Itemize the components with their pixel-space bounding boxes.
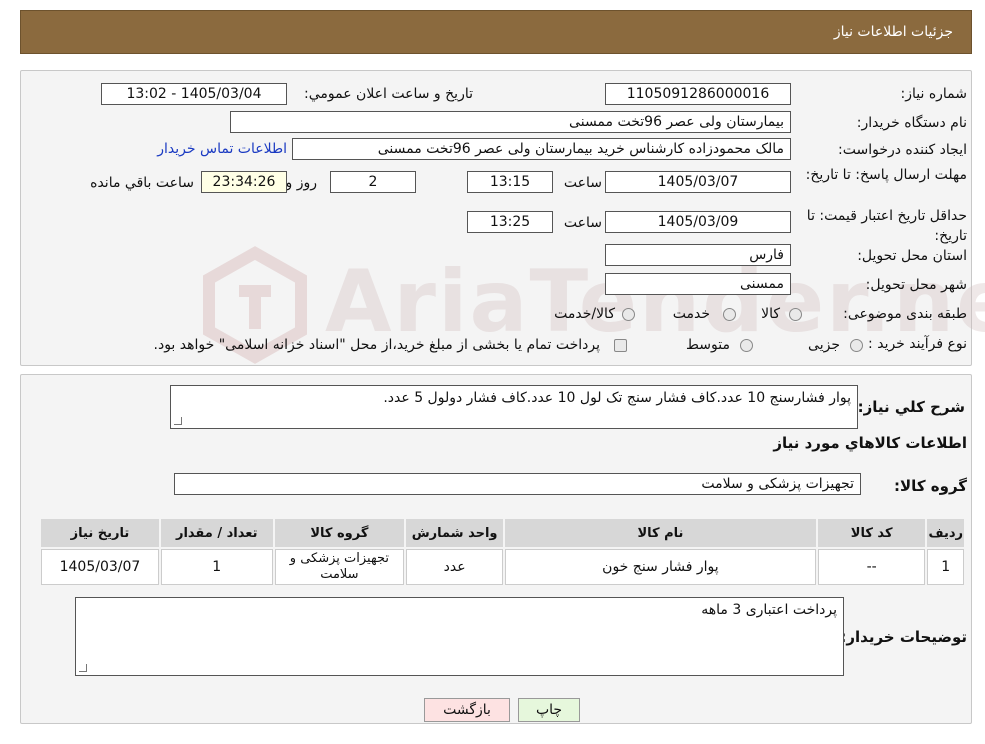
process-note: پرداخت تمام یا بخشی از مبلغ خرید،از محل … [153,337,600,353]
cell-goods-code: -- [817,549,926,585]
reply-deadline-label: مهلت ارسال پاسخ: تا تاریخ: [805,167,967,183]
remaining-label: ساعت باقي مانده [90,175,194,191]
buyer-org-field: بیمارستان ولی عصر 96تخت ممسنی [230,111,791,133]
col-need-date: تاریخ نیاز [41,519,159,547]
cell-quantity: 1 [160,549,273,585]
table-row: 1 -- پوار فشار سنج خون عدد تجهیزات پزشکی… [41,549,964,585]
announce-field: 1405/03/04 - 13:02 [101,83,287,105]
resize-handle-icon[interactable] [174,417,182,425]
category-radio-goods-service[interactable] [622,308,635,321]
col-quantity: تعداد / مقدار [160,519,273,547]
buyer-notes-label: توضیحات خریدار: [840,628,967,646]
process-label: نوع فرآیند خرید : [868,336,967,352]
page-title: جزئیات اطلاعات نیاز [833,24,953,40]
contact-info-link[interactable]: اطلاعات تماس خریدار [157,141,287,157]
process-option-medium: متوسط [686,337,730,353]
process-option-minor: جزیی [808,337,840,353]
creator-label: ایجاد کننده درخواست: [838,142,967,158]
category-option-goods-service: کالا/خدمت [554,306,615,322]
goods-table: رديف کد کالا نام کالا واحد شمارش گروه کا… [39,517,966,587]
price-date-field: 1405/03/09 [605,211,791,233]
print-button[interactable]: چاپ [518,698,580,722]
buyer-notes-text: پرداخت اعتباری 3 ماهه [701,602,837,618]
announce-label: تاریخ و ساعت اعلان عمومي: [304,86,473,102]
table-header-row: رديف کد کالا نام کالا واحد شمارش گروه کا… [41,519,964,547]
creator-field: مالک محمودزاده کارشناس خرید بیمارستان ول… [292,138,791,160]
reply-time-field: 13:15 [467,171,553,193]
reply-time-label: ساعت [563,175,602,191]
goods-group-label: گروه کالا: [894,477,967,495]
province-field: فارس [605,244,791,266]
price-time-field: 13:25 [467,211,553,233]
city-field: ممسنی [605,273,791,295]
process-treasury-checkbox[interactable] [614,339,627,352]
category-label: طبقه بندی موضوعی: [843,306,967,322]
col-unit: واحد شمارش [406,519,504,547]
description-field: پوار فشارسنج 10 عدد.کاف فشار سنج تک لول … [170,385,858,429]
reply-date-field: 1405/03/07 [605,171,791,193]
need-number-label: شماره نیاز: [900,86,968,102]
buyer-notes-field: پرداخت اعتباری 3 ماهه [75,597,844,676]
province-label: استان محل تحویل: [857,248,967,264]
description-text: پوار فشارسنج 10 عدد.کاف فشار سنج تک لول … [383,390,851,406]
process-radio-medium[interactable] [740,339,753,352]
cell-unit: عدد [406,549,504,585]
remaining-time-field: 23:34:26 [201,171,287,193]
col-row-number: رديف [927,519,964,547]
price-time-label: ساعت [563,215,602,231]
goods-info-title: اطلاعات کالاهاي مورد نياز [773,434,967,452]
category-radio-service[interactable] [723,308,736,321]
resize-handle-icon[interactable] [79,664,87,672]
cell-row-number: 1 [927,549,964,585]
col-goods-name: نام کالا [505,519,816,547]
goods-group-field: تجهیزات پزشکی و سلامت [174,473,861,495]
city-label: شهر محل تحویل: [865,277,967,293]
days-label: روز و [285,175,318,191]
col-goods-group: گروه کالا [274,519,405,547]
page-header: جزئیات اطلاعات نیاز [20,10,972,54]
process-radio-minor[interactable] [850,339,863,352]
category-option-goods: کالا [761,306,780,322]
cell-goods-group: تجهیزات پزشکی و سلامت [274,549,405,585]
buyer-org-label: نام دستگاه خريدار: [856,115,967,131]
days-field: 2 [330,171,416,193]
col-goods-code: کد کالا [817,519,926,547]
description-label: شرح كلي نياز: [857,398,965,416]
cell-need-date: 1405/03/07 [41,549,159,585]
back-button[interactable]: بازگشت [424,698,510,722]
category-radio-goods[interactable] [789,308,802,321]
category-option-service: خدمت [672,306,710,322]
price-validity-label: حداقل تاریخ اعتبار قیمت: تا تاریخ: [806,208,967,244]
need-number-field: 1105091286000016 [605,83,791,105]
cell-goods-name: پوار فشار سنج خون [505,549,816,585]
